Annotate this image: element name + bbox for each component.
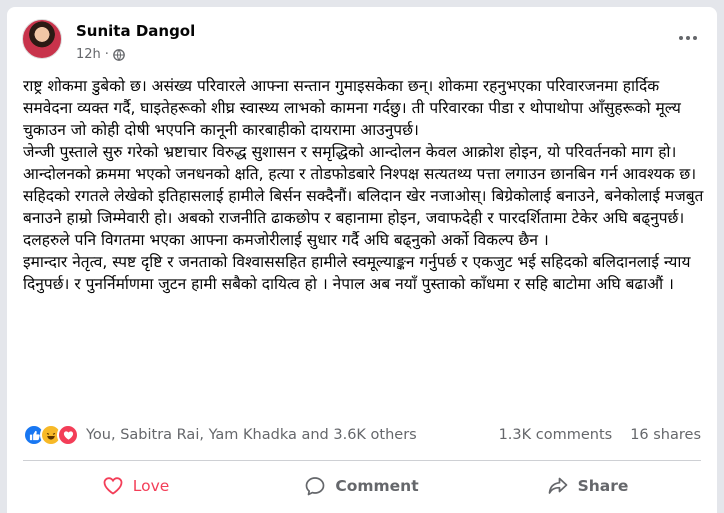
post-paragraph: इमान्दार नेतृत्व, स्पष्ट दृष्टि र जनताको…	[23, 253, 691, 293]
post-timestamp[interactable]: 12h	[76, 47, 101, 62]
love-button[interactable]: Love	[23, 462, 249, 510]
comment-button[interactable]: Comment	[249, 462, 475, 510]
comment-bubble-icon	[305, 477, 325, 496]
post-actions: Love Comment Share	[23, 462, 701, 510]
author-avatar[interactable]	[22, 19, 62, 59]
actions-divider	[23, 460, 701, 461]
post-paragraph: राष्ट्र शोकमा डुबेको छ। असंख्य परिवारले …	[23, 77, 681, 139]
post-paragraph: जेन्जी पुस्ताले सुरु गरेको भ्रष्टाचार वि…	[23, 143, 697, 183]
shares-count[interactable]: 16 shares	[630, 427, 701, 443]
share-button[interactable]: Share	[475, 462, 701, 510]
meta-separator: ·	[104, 47, 109, 62]
reaction-icons[interactable]	[23, 424, 79, 446]
post-meta: 12h ·	[76, 47, 125, 62]
post-stats: You, Sabitra Rai, Yam Khadka and 3.6K ot…	[23, 421, 701, 449]
post-body: राष्ट्र शोकमा डुबेको छ। असंख्य परिवारले …	[23, 75, 705, 295]
love-button-label: Love	[132, 477, 170, 495]
reactors-summary[interactable]: You, Sabitra Rai, Yam Khadka and 3.6K ot…	[86, 427, 417, 443]
more-options-icon[interactable]	[674, 27, 702, 49]
heart-icon	[103, 477, 123, 495]
post-header: Sunita Dangol 12h ·	[22, 19, 702, 67]
engagement-counts: 1.3K comments 16 shares	[499, 427, 701, 443]
share-button-label: Share	[577, 477, 629, 495]
share-arrow-icon	[548, 477, 567, 494]
comments-count[interactable]: 1.3K comments	[499, 427, 613, 443]
globe-icon[interactable]	[113, 48, 125, 61]
author-name[interactable]: Sunita Dangol	[76, 22, 195, 40]
love-reaction-icon	[57, 424, 79, 446]
comment-button-label: Comment	[335, 477, 419, 495]
post-paragraph: सहिदको रगतले लेखेको इतिहासलाई हामीले बिर…	[23, 187, 704, 249]
post-card: Sunita Dangol 12h · राष्ट्र शोकमा डुबेको…	[7, 7, 717, 513]
